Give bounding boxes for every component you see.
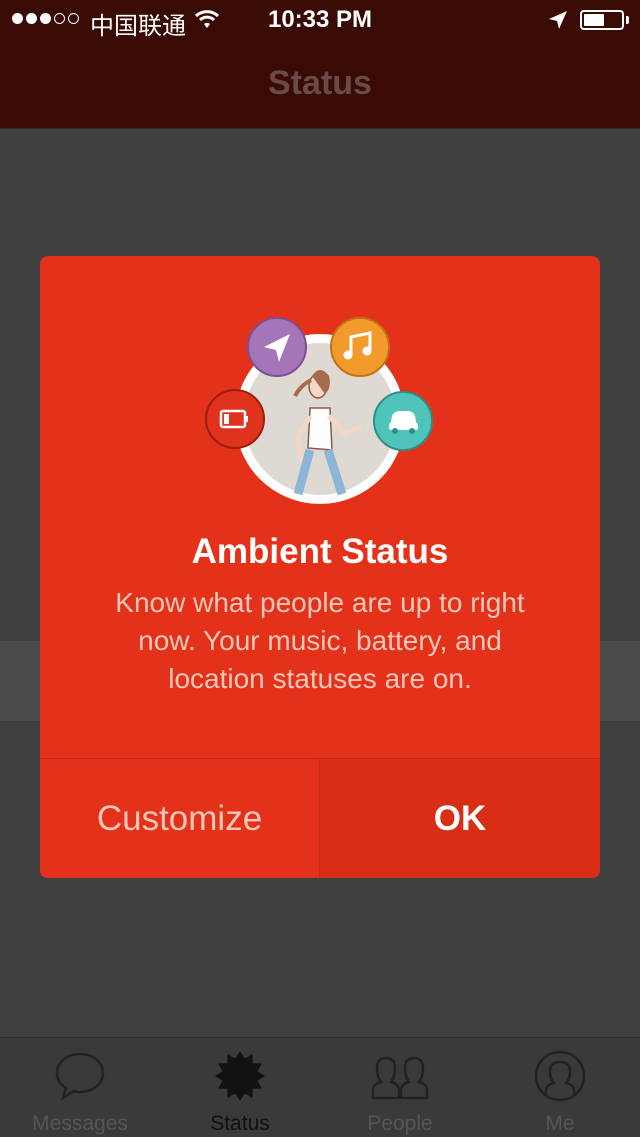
tab-label: Me <box>545 1112 575 1135</box>
tab-messages[interactable]: Messages <box>0 1038 160 1137</box>
tab-label: People <box>367 1112 433 1135</box>
dialog-button-row: Customize OK <box>40 758 600 878</box>
ok-button[interactable]: OK <box>320 759 600 878</box>
ambient-status-dialog: Ambient Status Know what people are up t… <box>40 256 600 878</box>
tab-status[interactable]: Status <box>160 1038 320 1137</box>
dialog-message: Know what people are up to right now. Yo… <box>115 587 525 694</box>
battery-tip <box>626 16 629 24</box>
person-circle-icon <box>534 1050 586 1102</box>
location-icon <box>247 317 307 377</box>
tab-label: Messages <box>32 1112 128 1135</box>
battery-icon <box>205 389 265 449</box>
battery-icon <box>580 10 624 30</box>
music-icon <box>330 317 390 377</box>
car-icon <box>373 391 433 451</box>
speech-bubble-icon <box>55 1052 105 1101</box>
tab-label: Status <box>210 1112 270 1135</box>
tab-bar: Messages Status People Me <box>0 1037 640 1137</box>
tab-people[interactable]: People <box>320 1038 480 1137</box>
nav-bar: Status <box>0 40 640 129</box>
tab-me[interactable]: Me <box>480 1038 640 1137</box>
page-title: Status <box>268 64 372 102</box>
starburst-icon <box>215 1051 265 1101</box>
ambient-status-illustration <box>205 317 433 504</box>
people-icon <box>371 1056 429 1100</box>
customize-button[interactable]: Customize <box>40 759 320 878</box>
status-time: 10:33 PM <box>267 6 373 33</box>
location-arrow-icon <box>549 11 567 29</box>
dialog-title: Ambient Status <box>191 532 449 571</box>
status-bar: 中国联通 10:33 PM <box>0 0 640 40</box>
